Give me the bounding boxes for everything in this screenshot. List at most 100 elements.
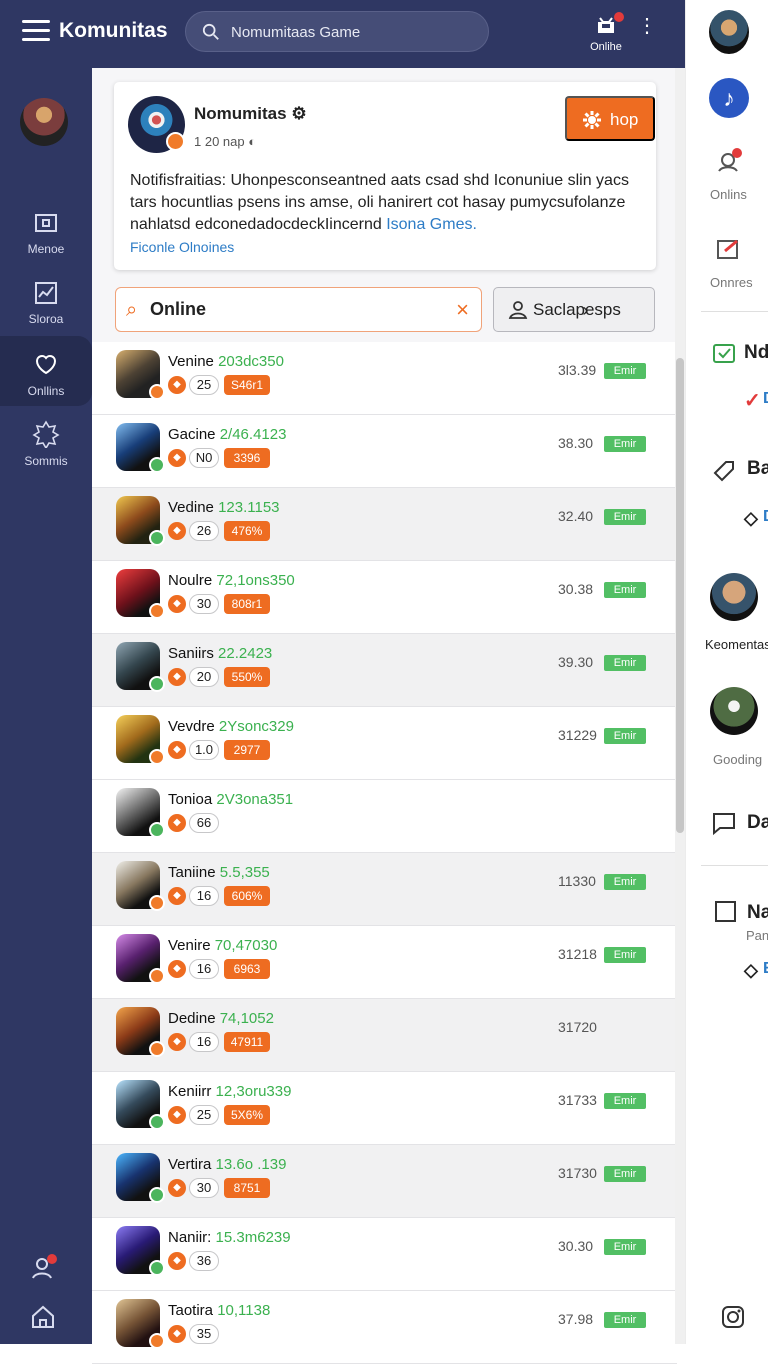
sidebar-item-settings[interactable]: Sommis <box>0 420 92 490</box>
checkbox-icon[interactable] <box>712 898 742 928</box>
status-badge: Emir <box>604 874 646 890</box>
community-description: Notifisfraitias: Uhonpesconseantned aats… <box>130 172 629 233</box>
right-heading: Na <box>747 902 768 923</box>
member-name: Tonioa 2V3ona351 <box>168 791 294 808</box>
list-item[interactable]: Venire 70,47030 ◆ 16 6963 31218 Emir <box>92 926 677 999</box>
list-item[interactable]: Vevdre 2Ysonc329 ◆ 1.0 2977 31229 Emir <box>92 707 677 780</box>
list-item[interactable]: Venine 203dc350 ◆ 25 S46r1 3l3.39 Emir <box>92 342 677 415</box>
coin-icon: ◆ <box>168 741 186 759</box>
list-item[interactable]: Keniirr 12,3oru339 ◆ 25 5X6% 31733 Emir <box>92 1072 677 1145</box>
status-badge: Emir <box>604 728 646 744</box>
list-item[interactable]: Dedine 74,1052 ◆ 16 47911 31720 <box>92 999 677 1072</box>
member-list: Venine 203dc350 ◆ 25 S46r1 3l3.39 Emir Gacine… <box>92 342 677 1364</box>
chevron-right-icon: › <box>582 300 589 320</box>
member-count: 16 <box>189 959 219 979</box>
check-icon: ✓ <box>744 390 761 412</box>
tag-icon[interactable] <box>709 454 739 484</box>
list-item[interactable]: Taotira 10,1138 ◆ 35 37.98 Emir <box>92 1291 677 1364</box>
right-heading: Nd <box>744 342 768 363</box>
home-icon[interactable] <box>29 1303 57 1331</box>
list-item[interactable]: Vedine 123.1153 ◆ 26 476% 32.40 Emir <box>92 488 677 561</box>
left-sidebar: Menoe Sloroa Onllins Sommis <box>0 68 92 1344</box>
status-badge: Emir <box>604 1093 646 1109</box>
instagram-icon[interactable] <box>720 1304 746 1330</box>
avatar[interactable] <box>709 10 749 54</box>
coin-icon: ◆ <box>168 1033 186 1051</box>
avatar[interactable] <box>710 687 758 735</box>
chat-icon[interactable] <box>709 808 739 838</box>
community-card: Nomumitas ⚙ 1 20 nap ◐ hop Notifisfraiti… <box>114 82 656 270</box>
member-count: 16 <box>189 886 219 906</box>
member-name: Naniir: 15.3m6239 <box>168 1229 291 1246</box>
list-item[interactable]: Noulre 72,1ons350 ◆ 30 808r1 30.38 Emir <box>92 561 677 634</box>
member-count: 66 <box>189 813 219 833</box>
coin-icon: ◆ <box>168 1325 186 1343</box>
member-tag: 6963 <box>224 959 270 979</box>
status-badge: Emir <box>604 1239 646 1255</box>
menu-icon[interactable] <box>22 20 50 44</box>
scroll-thumb[interactable] <box>676 358 684 833</box>
member-value: 38.30 <box>558 435 594 451</box>
sidebar-item-label: Sloroa <box>28 312 64 326</box>
community-link[interactable]: Ficonle Olnoines <box>130 239 234 255</box>
right-label: Onlins <box>710 187 747 202</box>
clear-icon[interactable]: × <box>456 297 469 323</box>
search-icon: ⌕ <box>126 299 138 321</box>
member-value: 31218 <box>558 946 597 962</box>
member-value: 31720 <box>558 1019 597 1035</box>
filter-value[interactable]: Online <box>150 299 206 320</box>
list-item[interactable]: Vertira 13.6o .139 ◆ 30 8751 31730 Emir <box>92 1145 677 1218</box>
coin-icon: ◆ <box>168 1252 186 1270</box>
avatar <box>116 569 165 619</box>
member-name: Noulre 72,1ons350 <box>168 572 295 589</box>
main-panel: Nomumitas ⚙ 1 20 nap ◐ hop Notifisfraiti… <box>92 68 685 1364</box>
right-small-text: Pan <box>746 928 768 943</box>
coin-icon: ◆ <box>168 887 186 905</box>
list-item[interactable]: Gacine 2/46.4123 ◆ N0 3396 38.30 Emir <box>92 415 677 488</box>
online-button[interactable]: Onlihe <box>586 12 626 60</box>
search-input[interactable]: Nomumitaas Game <box>231 24 360 41</box>
member-value: 3l3.39 <box>558 362 597 378</box>
coin-icon: ◆ <box>168 522 186 540</box>
more-icon[interactable]: ⋮ <box>637 16 657 36</box>
avatar <box>116 1007 165 1057</box>
member-name: Taniine 5.5,355 <box>168 864 270 881</box>
member-tag: 2977 <box>224 740 270 760</box>
notification-icon[interactable] <box>713 147 743 177</box>
avatar <box>116 642 165 692</box>
status-badge: Emir <box>604 582 646 598</box>
avatar[interactable] <box>710 573 758 621</box>
member-tag: 3396 <box>224 448 270 468</box>
list-item[interactable]: Naniir: 15.3m6239 ◆ 36 30.30 Emir <box>92 1218 677 1291</box>
list-item[interactable]: Saniirs 22.2423 ◆ 20 550% 39.30 Emir <box>92 634 677 707</box>
music-icon[interactable]: ♪ <box>709 78 749 118</box>
right-marker: E <box>763 960 768 978</box>
coin-icon: ◆ <box>168 595 186 613</box>
sidebar-item-menu[interactable]: Menoe <box>0 210 92 280</box>
status-badge: Emir <box>604 947 646 963</box>
coin-icon: ◆ <box>168 960 186 978</box>
app-title: Komunitas <box>59 19 168 42</box>
diamond-icon: ◇ <box>744 960 758 980</box>
list-item[interactable]: Tonioa 2V3ona351 ◆ 66 <box>92 780 677 853</box>
user-notification-icon[interactable] <box>29 1254 57 1282</box>
settings-icon: ⚙ <box>291 104 307 123</box>
status-badge: Emir <box>604 1312 646 1328</box>
coin-icon: ◆ <box>168 1179 186 1197</box>
bag-icon[interactable] <box>709 337 739 367</box>
hop-label: hop <box>610 110 639 129</box>
diamond-icon: ◇ <box>744 508 758 528</box>
hop-button[interactable]: hop <box>565 96 655 141</box>
avatar[interactable] <box>20 98 68 146</box>
avatar <box>116 1299 165 1349</box>
scrollbar[interactable] <box>675 68 685 1344</box>
list-item[interactable]: Taniine 5.5,355 ◆ 16 606% 11330 Emir <box>92 853 677 926</box>
member-count: 30 <box>189 594 219 614</box>
edit-icon[interactable] <box>713 235 743 265</box>
sidebar-item-online[interactable]: Onllins <box>0 336 92 406</box>
right-heading: Da <box>747 812 768 833</box>
save-search-button[interactable]: Saclapesps › <box>493 287 655 332</box>
filter-input[interactable]: ⌕ Online × <box>115 287 482 332</box>
search-bar[interactable]: Nomumitaas Game <box>185 11 489 52</box>
member-name: Vevdre 2Ysonc329 <box>168 718 294 735</box>
